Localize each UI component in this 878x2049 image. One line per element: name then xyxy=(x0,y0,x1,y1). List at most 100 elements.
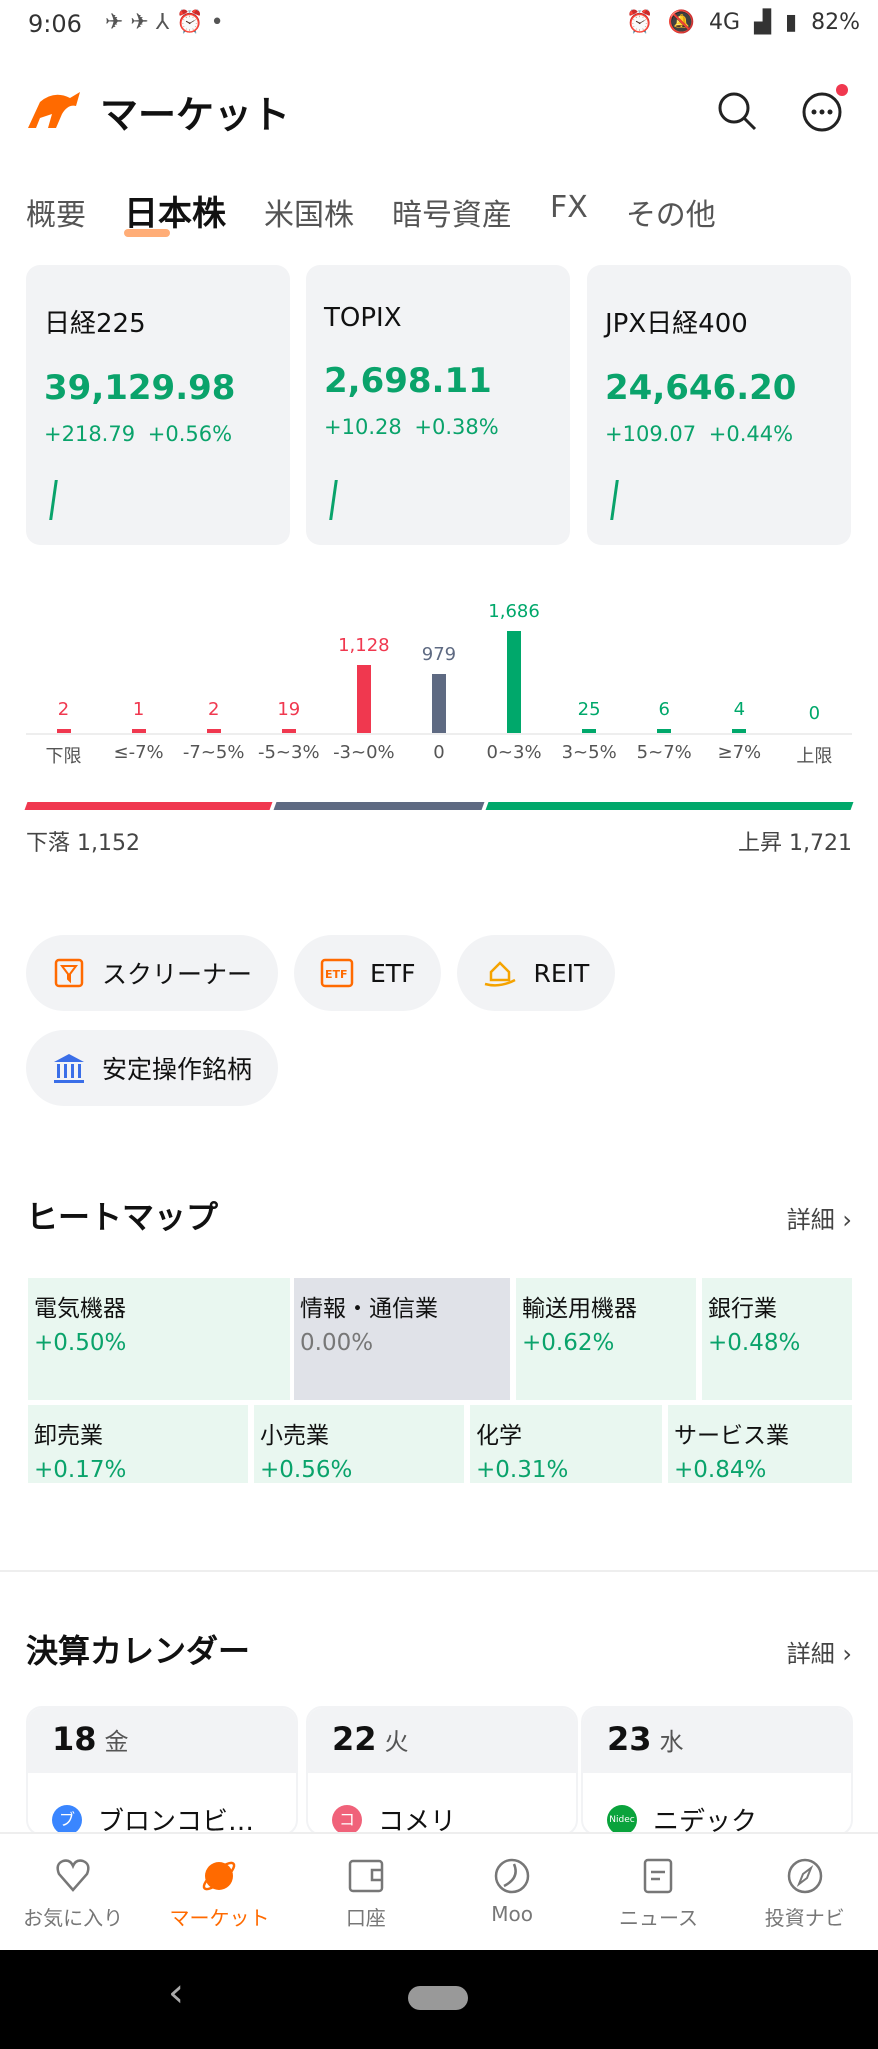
tab-3[interactable]: 暗号資産 xyxy=(392,190,512,235)
earnings-item[interactable]: ココメリ xyxy=(308,1773,576,1834)
earnings-item[interactable]: Nidec ニデック xyxy=(583,1773,851,1836)
status-time: 9:06 xyxy=(28,10,82,38)
nav-label: ニュース xyxy=(618,1906,698,1930)
sector-name: 輸送用機器 xyxy=(522,1296,637,1322)
bar-value-label: 0 xyxy=(808,703,821,724)
bar-value-label: 19 xyxy=(277,699,301,720)
category-label: 上限 xyxy=(796,746,833,767)
nav-item-1[interactable]: マーケット xyxy=(146,1834,292,1948)
tab-4[interactable]: FX xyxy=(550,190,588,235)
back-icon[interactable]: ‹ xyxy=(168,1970,184,2016)
sector-name: 化学 xyxy=(476,1423,522,1449)
wallet-icon xyxy=(348,1859,384,1893)
sparkline xyxy=(49,480,58,520)
bar-9 xyxy=(732,729,747,733)
chat-icon[interactable] xyxy=(800,82,850,132)
category-label: 0 xyxy=(433,742,445,763)
company-name: ブロンコビ… xyxy=(98,1807,255,1836)
tab-5[interactable]: その他 xyxy=(626,190,716,235)
heatmap-tile[interactable]: 輸送用機器 +0.62% xyxy=(516,1278,696,1400)
sector-change: +0.62% xyxy=(522,1330,615,1356)
etf-icon: ETF xyxy=(320,956,354,990)
heatmap-more-link[interactable]: 詳細 › xyxy=(787,1200,852,1235)
svg-text:ETF: ETF xyxy=(325,968,348,981)
bottom-nav: お気に入り マーケット 口座 Moo ニュース 投資ナビ xyxy=(0,1832,878,1948)
sector-change: 0.00% xyxy=(300,1330,374,1356)
battery-icon: ▮ xyxy=(784,10,798,35)
heatmap-tile[interactable]: 化学 +0.31% xyxy=(470,1405,662,1483)
bar-3 xyxy=(281,729,296,733)
bar-value-label: 25 xyxy=(577,699,601,720)
building-hand-icon xyxy=(483,956,517,990)
bar-value-label: 2 xyxy=(57,699,70,720)
index-card[interactable]: 日経225 39,129.98 +218.79 +0.56% xyxy=(26,265,290,545)
bull-logo-icon xyxy=(28,92,80,128)
nav-label: 投資ナビ xyxy=(764,1906,845,1930)
fall-segment xyxy=(24,802,273,810)
stabilization-stocks-button[interactable]: 安定操作銘柄 xyxy=(26,1030,279,1106)
nav-item-0[interactable]: お気に入り xyxy=(0,1834,146,1948)
status-bar: 9:06 ✈ ✈ ⅄ ⏰ • ⏰ 🔕 4G ▟ ▮ 82% xyxy=(0,0,878,52)
calendar-date: 23 水 xyxy=(583,1708,851,1773)
sector-change: +0.56% xyxy=(260,1457,353,1483)
rise-count: 上昇 1,721 xyxy=(738,831,852,856)
rise-segment xyxy=(485,802,854,810)
sparkline xyxy=(610,480,619,520)
nav-label: お気に入り xyxy=(23,1906,124,1930)
nav-item-4[interactable]: ニュース xyxy=(585,1834,731,1948)
index-change: +109.07 +0.44% xyxy=(605,422,794,446)
home-pill[interactable] xyxy=(408,1986,468,2010)
calendar-day-card[interactable]: 22 火ココメリ xyxy=(306,1706,578,1836)
calendar-date: 18 金 xyxy=(28,1708,296,1773)
sector-name: 情報・通信業 xyxy=(300,1296,438,1322)
nav-item-2[interactable]: 口座 xyxy=(293,1834,439,1948)
category-label: 3~5% xyxy=(561,742,617,763)
chart-baseline xyxy=(26,733,852,735)
heart-icon xyxy=(56,1859,90,1892)
etf-button[interactable]: ETF ETF xyxy=(294,935,442,1011)
bar-value-label: 4 xyxy=(733,699,746,720)
calendar-day-card[interactable]: 23 水 Nidec ニデック xyxy=(581,1706,853,1836)
nav-item-5[interactable]: 投資ナビ xyxy=(732,1834,878,1948)
screener-button[interactable]: スクリーナー xyxy=(26,935,279,1011)
heatmap-tile[interactable]: 情報・通信業 0.00% xyxy=(294,1278,510,1400)
header: マーケット xyxy=(0,80,878,140)
search-icon[interactable] xyxy=(716,90,758,132)
tab-1[interactable]: 日本株 xyxy=(124,186,226,237)
calendar-more-link[interactable]: 詳細 › xyxy=(787,1634,852,1669)
category-label: ≥7% xyxy=(717,742,762,763)
nav-label: Moo xyxy=(491,1902,534,1926)
index-card[interactable]: JPX日経400 24,646.20 +109.07 +0.44% xyxy=(587,265,851,545)
notification-icons: ✈ ✈ ⅄ ⏰ • xyxy=(105,10,224,35)
tab-0[interactable]: 概要 xyxy=(26,190,86,235)
reit-button[interactable]: REIT xyxy=(457,935,616,1011)
nav-label: 口座 xyxy=(345,1906,386,1930)
signal-icon: ▟ xyxy=(754,10,771,35)
earnings-item[interactable]: ブブロンコビ… xyxy=(28,1773,296,1836)
company-name: ニデック xyxy=(653,1807,758,1836)
news-icon xyxy=(644,1858,673,1894)
heatmap-tile[interactable]: 小売業 +0.56% xyxy=(254,1405,464,1483)
sector-change: +0.50% xyxy=(34,1330,127,1356)
heatmap-tile[interactable]: サービス業 +0.84% xyxy=(668,1405,852,1483)
heatmap-tile[interactable]: 卸売業 +0.17% xyxy=(28,1405,248,1483)
price-distribution-chart: 2 下限 1 ≤-7% 2 -7~5% 19 -5~3% 1,128 -3~0% 979 0 1,686… xyxy=(26,590,852,780)
heatmap-tile[interactable]: 銀行業 +0.48% xyxy=(702,1278,852,1400)
divider xyxy=(0,1570,878,1572)
network-label: 4G xyxy=(709,10,741,35)
category-label: -3~0% xyxy=(333,742,395,763)
nav-label: マーケット xyxy=(169,1906,270,1930)
index-name: TOPIX xyxy=(324,303,402,333)
sector-change: +0.84% xyxy=(674,1457,767,1483)
index-change: +218.79 +0.56% xyxy=(44,422,233,446)
bar-value-label: 979 xyxy=(421,643,457,665)
bar-7 xyxy=(582,729,597,733)
calendar-day-card[interactable]: 18 金ブブロンコビ… xyxy=(26,1706,298,1836)
shortcut-row-2: 安定操作銘柄 xyxy=(26,1030,279,1106)
tab-2[interactable]: 米国株 xyxy=(264,190,354,235)
moo-icon xyxy=(494,1858,530,1894)
nav-item-3[interactable]: Moo xyxy=(439,1834,585,1948)
index-card[interactable]: TOPIX 2,698.11 +10.28 +0.38% xyxy=(306,265,570,545)
heatmap-tile[interactable]: 電気機器 +0.50% xyxy=(28,1278,290,1400)
company-logo: コ xyxy=(332,1804,362,1834)
